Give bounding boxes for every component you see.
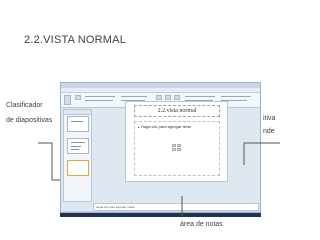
pointer-lines [38,142,280,216]
right-pointer-line [243,142,280,165]
clasificador-pointer-line [38,142,60,181]
